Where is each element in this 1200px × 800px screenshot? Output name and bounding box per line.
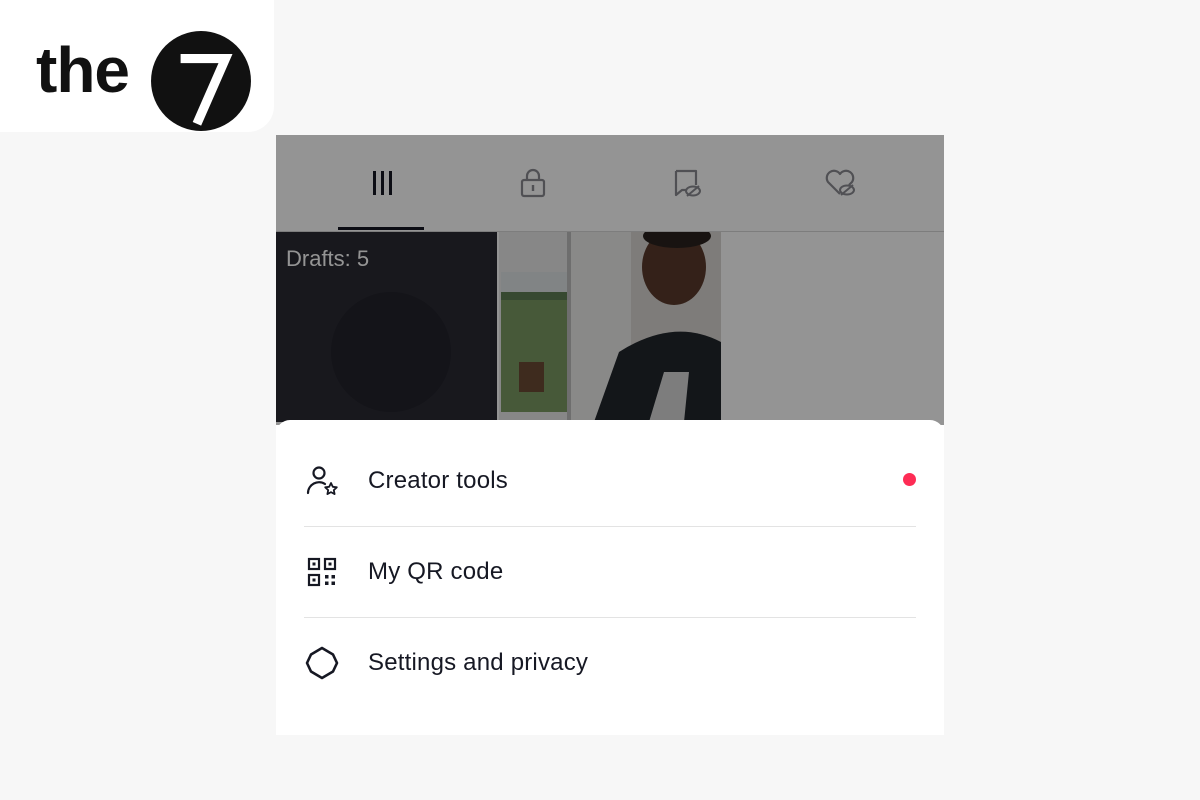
logo-mark-text: 7 — [150, 30, 151, 31]
settings-gear-icon — [304, 645, 340, 681]
menu-item-settings[interactable]: Settings and privacy — [304, 617, 916, 708]
qr-code-icon — [304, 554, 340, 590]
sheet-backdrop[interactable] — [276, 135, 944, 425]
menu-item-label: Creator tools — [368, 466, 508, 494]
phone-screen: Drafts: 5 Creator tools My QR code Setti… — [276, 135, 944, 735]
seven-circle-logo-icon: 7 — [150, 30, 251, 131]
menu-item-label: My QR code — [368, 557, 504, 585]
menu-item-label: Settings and privacy — [368, 648, 589, 676]
bottom-sheet-menu: Creator tools My QR code Settings and pr… — [276, 420, 944, 735]
menu-item-creator-tools[interactable]: Creator tools — [304, 435, 916, 527]
notification-badge — [903, 473, 916, 486]
logo-text: the — [36, 34, 130, 106]
brand-logo: the 7 — [0, 0, 274, 132]
creator-tools-icon — [304, 463, 340, 499]
menu-item-qr-code[interactable]: My QR code — [304, 526, 916, 618]
